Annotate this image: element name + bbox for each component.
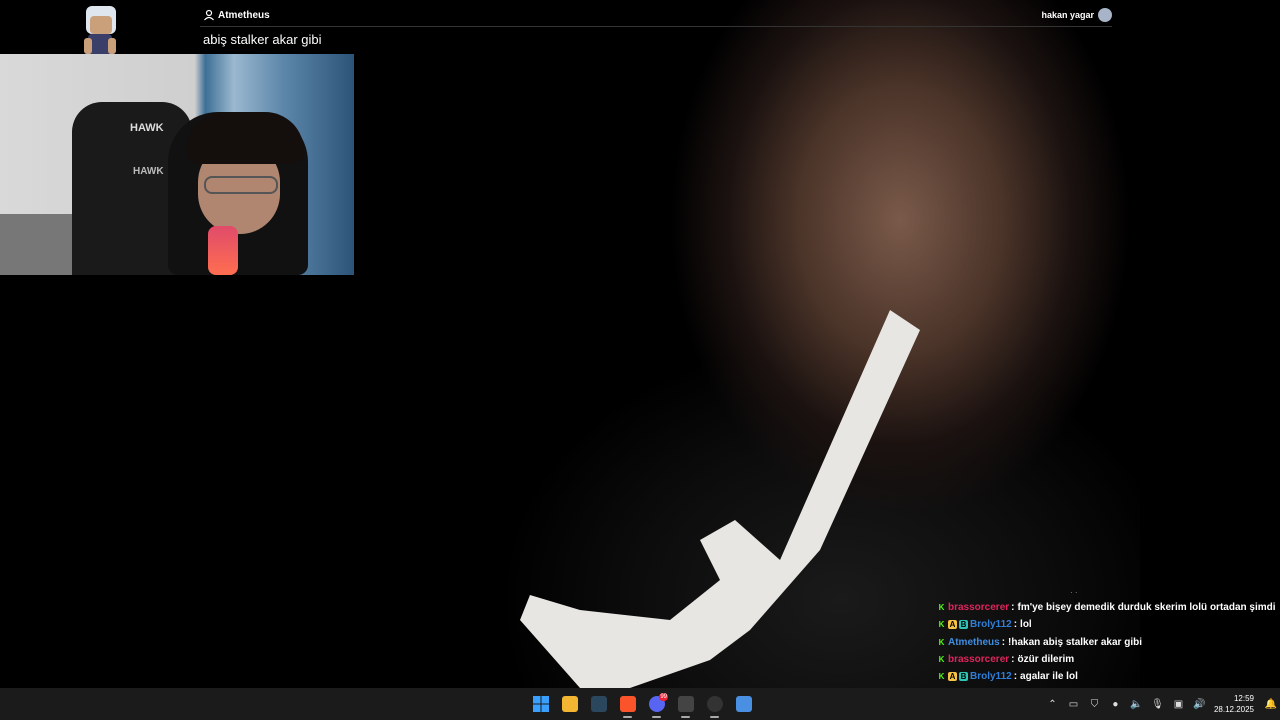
taskbar-app-discord[interactable]: 99: [642, 688, 671, 720]
taskbar-app-obs[interactable]: [671, 688, 700, 720]
chat-badge-icon: A: [948, 620, 957, 630]
chat-separator: :: [1001, 636, 1006, 648]
glasses: [204, 176, 278, 194]
chat-badge-icon: K: [938, 603, 945, 613]
chevron-up-icon[interactable]: ⌃: [1042, 688, 1063, 720]
unread-badge: 99: [659, 693, 668, 701]
taskbar-apps: 99: [526, 688, 758, 720]
taskbar: 99 ⌃ ▭ ⛉ ● 🔈 🎙 ▣ 🔊 12:59 28.12.2025 🔔: [0, 688, 1280, 720]
banner-divider: [200, 26, 1112, 27]
target-user: hakan yagar: [1041, 8, 1112, 22]
clock-time: 12:59: [1233, 694, 1254, 703]
user-icon: [204, 9, 214, 21]
steam-tray-icon[interactable]: ●: [1105, 688, 1126, 720]
taskbar-app-obs-studio[interactable]: [700, 688, 729, 720]
avatar: [1098, 8, 1112, 22]
chat-badge-icon: K: [938, 620, 945, 630]
steam-icon: [590, 696, 607, 712]
chat-separator: :: [1011, 654, 1015, 666]
chat-separator: :: [1013, 619, 1018, 631]
target-username: hakan yagar: [1041, 10, 1094, 20]
shield-icon[interactable]: ⛉: [1084, 688, 1105, 720]
display-icon[interactable]: ▣: [1168, 688, 1189, 720]
chat-message: K A B Broly112: lol: [937, 616, 1277, 633]
blanket: [0, 214, 80, 275]
chat-badge-icon: B: [959, 672, 968, 682]
message-sender: Atmetheus: [218, 9, 270, 21]
taskbar-app-file-explorer[interactable]: [555, 688, 584, 720]
chat-badge-icon: K: [938, 637, 945, 647]
microphone: [208, 226, 238, 275]
chair-logo-lower: HAWK: [133, 166, 164, 177]
notification-icon[interactable]: 🔔: [1262, 688, 1280, 720]
taskbar-app-brave[interactable]: [613, 688, 642, 720]
cube-icon: [677, 696, 694, 712]
record-icon: [706, 696, 723, 712]
taskbar-app-windows-start[interactable]: [526, 688, 555, 720]
chat-scroll-indicator: · ·: [1070, 588, 1078, 597]
system-tray: ⌃ ▭ ⛉ ● 🔈 🎙 ▣ 🔊 12:59 28.12.2025 🔔: [1042, 688, 1280, 720]
chat-text: !hakan abiş stalker akar gibi: [1008, 636, 1142, 648]
chat-username[interactable]: Broly112: [970, 619, 1012, 630]
speaker-small-icon[interactable]: 🔈: [1126, 688, 1147, 720]
folder-icon: [561, 696, 578, 712]
glove-illustration: [520, 310, 920, 688]
chat-message: K Atmetheus: !hakan abiş stalker akar gibi: [937, 634, 1277, 651]
chat-badge-icon: K: [938, 655, 945, 665]
streamer-hair: [186, 112, 304, 164]
chat-separator: :: [1013, 671, 1018, 683]
windows-icon: [532, 696, 549, 712]
message-text: abiş stalker akar gibi: [203, 32, 322, 47]
chat-badge-icon: A: [948, 672, 957, 682]
taskbar-app-steam[interactable]: [584, 688, 613, 720]
chat-message: Kbrassorcerer: fm'ye bişey demedik durduk…: [937, 599, 1277, 616]
network-icon: [735, 696, 752, 712]
taskbar-app-app-bird[interactable]: [729, 688, 758, 720]
chat-username[interactable]: brassorcerer: [948, 602, 1009, 613]
chair-logo: HAWK: [130, 122, 164, 134]
chat-separator: :: [1011, 602, 1015, 614]
battery-icon[interactable]: ▭: [1063, 688, 1084, 720]
clock[interactable]: 12:59 28.12.2025: [1214, 693, 1254, 715]
chat-username[interactable]: brassorcerer: [948, 654, 1009, 665]
chat-message: K A B Broly112: agalar ile lol: [937, 668, 1277, 685]
chat-text: agalar ile lol: [1020, 671, 1078, 683]
chat-message: Kbrassorcerer: özür dilerim: [937, 651, 1277, 668]
chat-text: fm'ye bişey demedik durduk skerim lolü o…: [1017, 602, 1276, 614]
volume-icon[interactable]: 🔊: [1189, 688, 1210, 720]
chat-username[interactable]: Broly112: [970, 671, 1012, 682]
microphone-icon[interactable]: 🎙: [1147, 688, 1168, 720]
clock-date: 28.12.2025: [1213, 705, 1254, 714]
tts-message-banner: Atmetheus abiş stalker akar gibi hakan y…: [200, 6, 1112, 54]
brave-icon: [619, 696, 636, 712]
chat-username[interactable]: Atmetheus: [948, 637, 1000, 648]
chat-text: özür dilerim: [1017, 654, 1075, 666]
webcam-feed: HAWK HAWK: [0, 54, 354, 275]
chat-text: lol: [1020, 619, 1032, 631]
message-sender-row: Atmetheus: [200, 6, 1112, 24]
chat-badge-icon: B: [959, 620, 968, 630]
chat-badge-icon: K: [938, 672, 945, 682]
